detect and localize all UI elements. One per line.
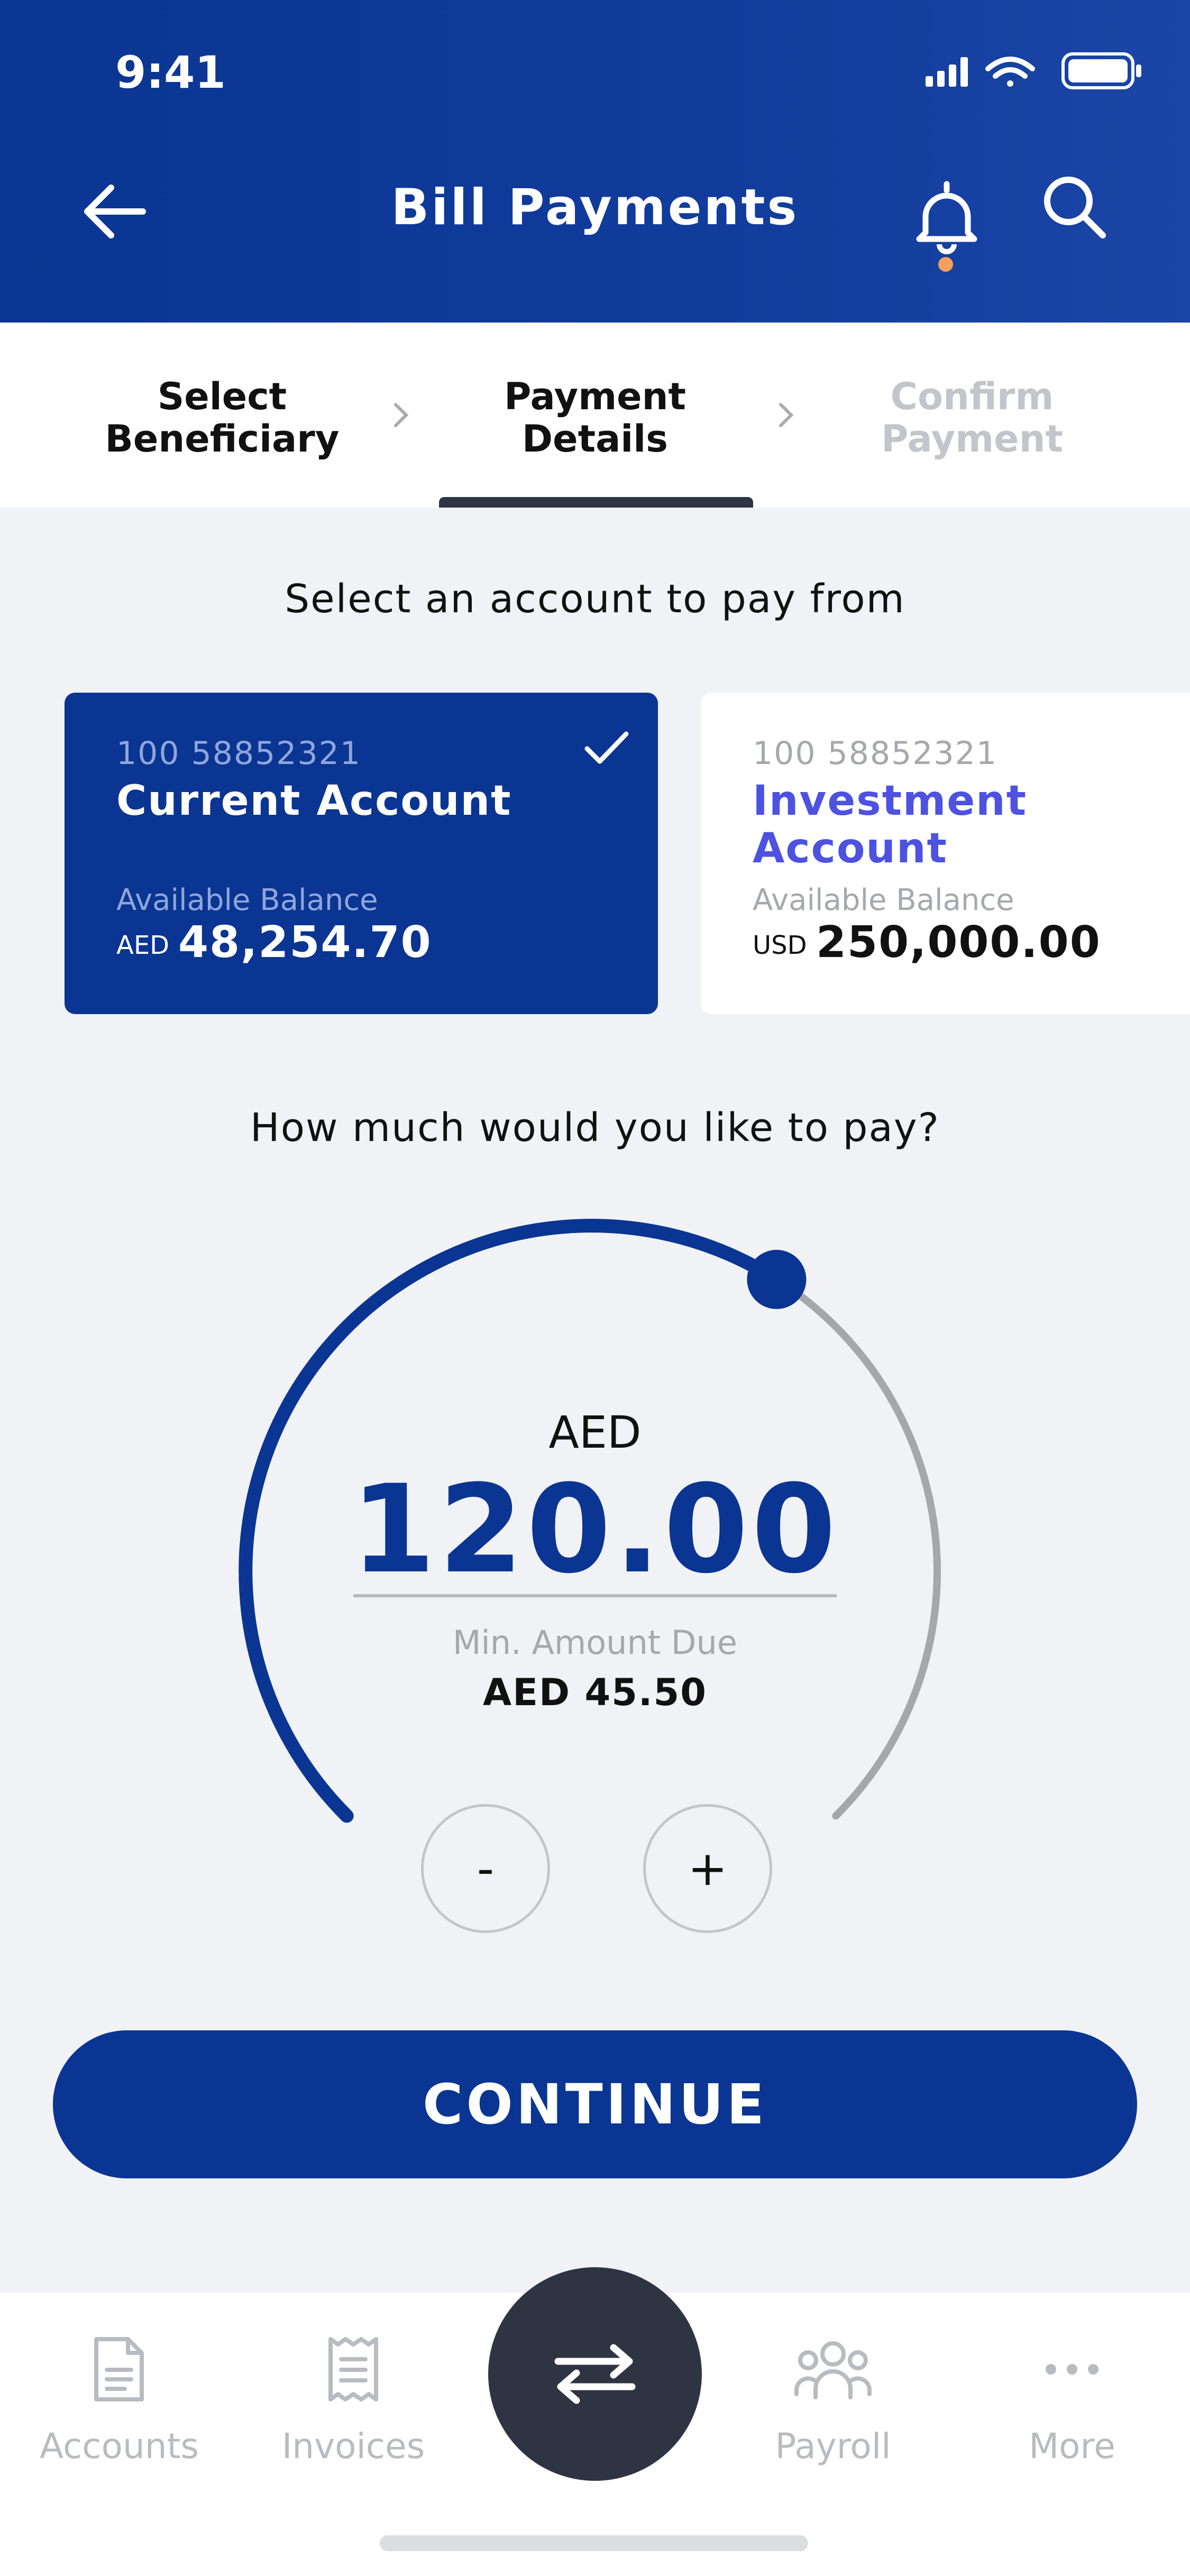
active-step-indicator <box>439 497 753 508</box>
amount-value[interactable]: 120.00 <box>0 1459 1190 1600</box>
tab-label: Payroll <box>775 2426 891 2467</box>
progress-stepper: Select Beneficiary Payment Details Confi… <box>0 323 1190 508</box>
min-amount-label: Min. Amount Due <box>453 1623 737 1662</box>
amount-section-label: How much would you like to pay? <box>250 1105 940 1151</box>
step-payment-details[interactable]: Payment Details <box>452 375 738 460</box>
account-card-current[interactable]: 100 58852321 Current Account Available B… <box>65 693 658 1014</box>
wifi-icon <box>985 57 1035 87</box>
transfer-button[interactable] <box>488 2267 702 2481</box>
transfer-icon <box>554 2344 636 2404</box>
step-label: Confirm Payment <box>881 375 1063 461</box>
battery-icon <box>1061 52 1141 89</box>
balance-amount: 250,000.00 <box>816 917 1101 968</box>
home-indicator <box>380 2535 808 2551</box>
amount-currency: AED <box>548 1406 642 1458</box>
status-time: 9:41 <box>115 47 226 98</box>
balance-currency: AED <box>116 931 170 960</box>
dial-handle[interactable] <box>747 1249 807 1309</box>
notifications-button[interactable] <box>910 174 984 280</box>
account-name: Current Account <box>116 777 512 825</box>
document-icon <box>94 2337 144 2402</box>
account-section-label: Select an account to pay from <box>285 576 905 622</box>
notification-dot <box>938 257 953 272</box>
account-card-investment[interactable]: 100 58852321 Investment Account Availabl… <box>701 693 1190 1014</box>
more-icon <box>1046 2364 1099 2375</box>
bell-icon <box>916 181 977 272</box>
amount-underline <box>353 1594 837 1597</box>
people-icon <box>794 2341 872 2399</box>
step-label: Select Beneficiary <box>105 375 340 461</box>
tab-label: Invoices <box>281 2426 425 2467</box>
min-amount-value: AED 45.50 <box>483 1671 707 1714</box>
receipt-icon <box>328 2337 378 2402</box>
tab-invoices[interactable]: Invoices <box>274 2335 433 2467</box>
balance-label: Available Balance <box>753 883 1014 917</box>
balance-amount: 48,254.70 <box>178 917 432 968</box>
increment-label: + <box>688 1841 728 1897</box>
search-icon <box>1044 177 1106 238</box>
checkmark-icon <box>584 731 629 764</box>
search-button[interactable] <box>1037 169 1111 243</box>
increment-button[interactable]: + <box>643 1804 772 1933</box>
tab-label: Accounts <box>40 2426 199 2467</box>
chevron-right-icon <box>779 403 794 427</box>
step-confirm-payment[interactable]: Confirm Payment <box>829 375 1115 460</box>
tab-accounts[interactable]: Accounts <box>40 2335 199 2467</box>
tab-payroll[interactable]: Payroll <box>754 2335 912 2467</box>
status-icons <box>926 52 1141 89</box>
account-name: Investment Account <box>753 777 1028 872</box>
balance-currency: USD <box>753 931 807 960</box>
signal-icon <box>926 57 968 87</box>
tab-label: More <box>1029 2426 1115 2467</box>
chevron-right-icon <box>394 403 409 427</box>
decrement-button[interactable]: - <box>421 1804 550 1933</box>
tab-more[interactable]: More <box>993 2335 1151 2467</box>
app-header: 9:41 Bill Payments <box>0 0 1190 323</box>
account-number: 100 58852321 <box>116 735 361 772</box>
account-number: 100 58852321 <box>753 735 997 772</box>
decrement-label: - <box>477 1841 495 1897</box>
step-select-beneficiary[interactable]: Select Beneficiary <box>79 375 365 460</box>
balance-label: Available Balance <box>116 883 378 917</box>
continue-button[interactable]: CONTINUE <box>53 2030 1137 2178</box>
step-label: Payment Details <box>504 375 686 461</box>
page-title: Bill Payments <box>391 179 799 236</box>
